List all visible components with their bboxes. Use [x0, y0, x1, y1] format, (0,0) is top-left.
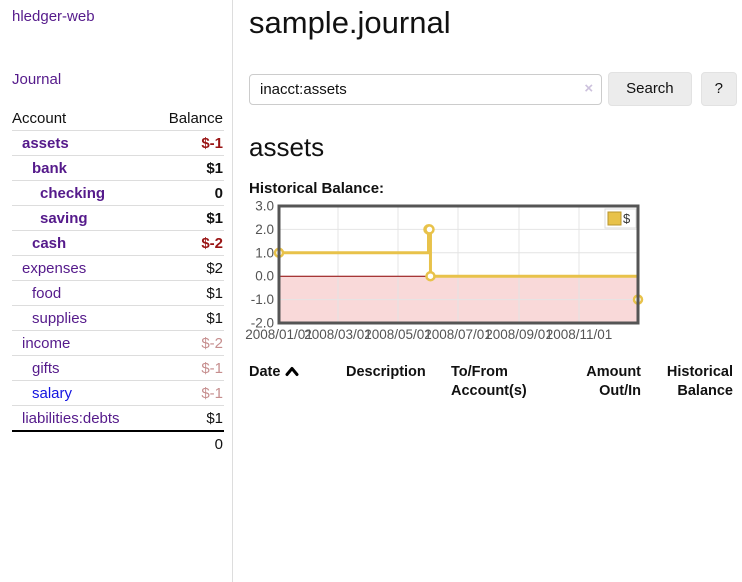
- legend-label: $: [623, 211, 631, 226]
- data-point-marker: [425, 225, 433, 233]
- y-axis-tick-label: 2.0: [255, 222, 274, 237]
- search-button[interactable]: Search: [608, 72, 692, 106]
- account-link[interactable]: supplies: [32, 310, 87, 327]
- account-balance: $-1: [152, 381, 224, 406]
- account-link[interactable]: gifts: [32, 360, 60, 377]
- account-row: salary $-1: [12, 381, 224, 406]
- y-axis-tick-label: 3.0: [255, 199, 274, 214]
- sidebar: hledger-web Journal Account Balance asse…: [0, 0, 233, 582]
- account-row: supplies $1: [12, 306, 224, 331]
- column-header-accounts: To/From Account(s): [451, 360, 569, 404]
- column-header-description: Description: [346, 360, 451, 404]
- account-row: cash $-2: [12, 231, 224, 256]
- account-link[interactable]: bank: [32, 160, 67, 177]
- account-tree-total-row: 0: [12, 431, 224, 456]
- x-axis-tick-label: 2008/07/01: [424, 327, 492, 342]
- account-link[interactable]: assets: [22, 135, 69, 152]
- account-balance: $1: [152, 281, 224, 306]
- x-axis-tick-label: 2008/09/01: [485, 327, 553, 342]
- account-balance: $1: [152, 206, 224, 231]
- legend-swatch: [608, 212, 621, 225]
- register-table: Date Description To/From Account(s) Amou…: [249, 360, 737, 404]
- sort-ascending-icon: [285, 366, 299, 377]
- y-axis-tick-label: 0.0: [255, 269, 274, 284]
- account-tree: Account Balance assets $-1 bank $1 checking 0…: [12, 106, 224, 456]
- register-header-row: Date Description To/From Account(s) Amou…: [249, 360, 737, 404]
- search-box: ×: [249, 74, 602, 105]
- total-balance: 0: [152, 431, 224, 456]
- search-form: × Search ?: [249, 72, 737, 106]
- column-header-balance: Historical Balance: [649, 360, 737, 404]
- account-link[interactable]: food: [32, 285, 61, 302]
- account-row: expenses $2: [12, 256, 224, 281]
- account-balance: $1: [152, 156, 224, 181]
- data-point-marker: [426, 272, 434, 280]
- brand-link[interactable]: hledger-web: [12, 8, 95, 25]
- historical-balance-chart: 3.02.01.00.0-1.0-2.02008/01/012008/03/01…: [249, 202, 651, 346]
- page-title: sample.journal: [249, 5, 737, 41]
- help-button[interactable]: ?: [701, 72, 737, 106]
- account-row: checking 0: [12, 181, 224, 206]
- account-link[interactable]: saving: [40, 210, 88, 227]
- column-header-amount: Amount Out/In: [569, 360, 649, 404]
- y-axis-tick-label: 1.0: [255, 245, 274, 260]
- account-column-header: Account: [12, 106, 152, 131]
- y-axis-tick-label: -1.0: [251, 292, 274, 307]
- account-heading: assets: [249, 132, 737, 163]
- account-row: assets $-1: [12, 131, 224, 156]
- account-balance: $1: [152, 306, 224, 331]
- column-header-date[interactable]: Date: [249, 360, 346, 404]
- account-balance: $-2: [152, 331, 224, 356]
- account-link[interactable]: income: [22, 335, 70, 352]
- account-row: liabilities:debts $1: [12, 406, 224, 432]
- chart-label: Historical Balance:: [249, 180, 737, 197]
- account-row: gifts $-1: [12, 356, 224, 381]
- x-axis-tick-label: 2008/11/01: [546, 327, 613, 342]
- x-axis-tick-label: 2008/01/01: [245, 327, 313, 342]
- account-row: income $-2: [12, 331, 224, 356]
- account-balance: $-1: [152, 131, 224, 156]
- account-link[interactable]: cash: [32, 235, 66, 252]
- account-balance: $2: [152, 256, 224, 281]
- balance-column-header: Balance: [152, 106, 224, 131]
- account-balance: 0: [152, 181, 224, 206]
- account-link[interactable]: salary: [32, 385, 72, 402]
- account-row: food $1: [12, 281, 224, 306]
- x-axis-tick-label: 2008/05/01: [364, 327, 432, 342]
- account-link[interactable]: liabilities:debts: [22, 410, 120, 427]
- account-row: bank $1: [12, 156, 224, 181]
- clear-search-icon[interactable]: ×: [584, 81, 593, 97]
- account-balance: $1: [152, 406, 224, 432]
- sidebar-item-journal[interactable]: Journal: [12, 71, 61, 88]
- x-axis-tick-label: 2008/03/01: [304, 327, 372, 342]
- account-link[interactable]: expenses: [22, 260, 86, 277]
- account-link[interactable]: checking: [40, 185, 105, 202]
- main-panel: sample.journal × Search ? assets Histori…: [233, 0, 742, 582]
- account-tree-header: Account Balance: [12, 106, 224, 131]
- account-row: saving $1: [12, 206, 224, 231]
- account-balance: $-1: [152, 356, 224, 381]
- search-input[interactable]: [249, 74, 602, 105]
- app-window: hledger-web Journal Account Balance asse…: [0, 0, 742, 582]
- account-balance: $-2: [152, 231, 224, 256]
